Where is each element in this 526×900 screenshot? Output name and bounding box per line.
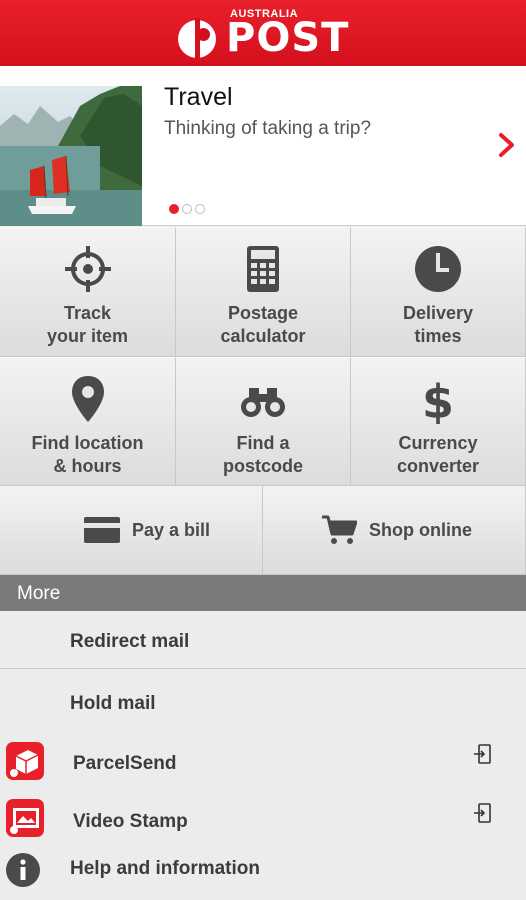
card-icon <box>84 517 120 543</box>
carousel-indicator <box>169 204 205 214</box>
info-icon <box>6 853 40 887</box>
tile-label: Find a postcode <box>222 433 303 476</box>
parcelsend-app-icon <box>6 742 44 780</box>
list-item-video-stamp[interactable]: Video Stamp <box>0 791 526 849</box>
find-location-tile[interactable]: Find location & hours <box>0 357 176 486</box>
tile-label: Find location & hours <box>31 433 144 476</box>
promo-banner[interactable]: Travel Thinking of taking a trip? <box>0 66 526 226</box>
tile-label: Delivery times <box>402 303 474 346</box>
currency-converter-tile[interactable]: $ Currency converter <box>351 357 526 486</box>
list-item-label: Redirect mail <box>70 631 190 652</box>
list-item-label: Help and information <box>70 858 260 879</box>
carousel-dot[interactable] <box>195 204 205 214</box>
banner-title: Travel <box>164 83 233 111</box>
list-item-label: Hold mail <box>70 693 156 714</box>
list-item-label: Video Stamp <box>73 811 188 832</box>
cart-icon <box>322 515 357 544</box>
crosshair-icon <box>64 246 111 292</box>
external-app-icon <box>474 744 491 764</box>
shop-online-label: Shop online <box>369 519 472 540</box>
list-item-label: ParcelSend <box>73 753 177 774</box>
list-item-help[interactable]: Help and information <box>0 849 526 900</box>
tile-label: Postage calculator <box>220 303 306 346</box>
carousel-dot[interactable] <box>169 204 179 214</box>
banner-subtitle: Thinking of taking a trip? <box>164 118 372 139</box>
track-item-tile[interactable]: Track your item <box>0 227 176 357</box>
shop-online-button[interactable]: Shop online <box>263 486 526 575</box>
list-item-hold-mail[interactable]: Hold mail <box>0 669 526 731</box>
clock-icon <box>415 246 461 292</box>
dollar-icon: $ <box>422 375 454 424</box>
chevron-right-icon[interactable] <box>496 132 518 158</box>
pay-bill-button[interactable]: Pay a bill <box>0 486 263 575</box>
videostamp-app-icon <box>6 799 44 837</box>
delivery-times-tile[interactable]: Delivery times <box>351 227 526 357</box>
pay-bill-label: Pay a bill <box>132 519 211 540</box>
external-app-icon <box>474 803 491 823</box>
more-section-header: More <box>0 575 526 611</box>
banner-image <box>0 86 142 226</box>
svg-text:$: $ <box>422 375 454 424</box>
australia-post-logo: AUSTRALIA POST <box>178 8 348 60</box>
tile-label: Currency converter <box>396 433 480 476</box>
postage-calculator-tile[interactable]: Postage calculator <box>176 227 351 357</box>
more-header-label: More <box>17 583 61 604</box>
location-pin-icon <box>71 376 104 422</box>
find-postcode-tile[interactable]: Find a postcode <box>176 357 351 486</box>
calculator-icon <box>247 246 279 292</box>
binoculars-icon <box>241 388 285 417</box>
list-item-redirect-mail[interactable]: Redirect mail <box>0 611 526 668</box>
carousel-dot[interactable] <box>182 204 192 214</box>
tile-label: Track your item <box>46 303 129 346</box>
list-item-parcelsend[interactable]: ParcelSend <box>0 731 526 791</box>
logo-word: POST <box>226 15 350 61</box>
app-header: AUSTRALIA POST <box>0 0 526 66</box>
post-logo-icon <box>178 18 216 60</box>
